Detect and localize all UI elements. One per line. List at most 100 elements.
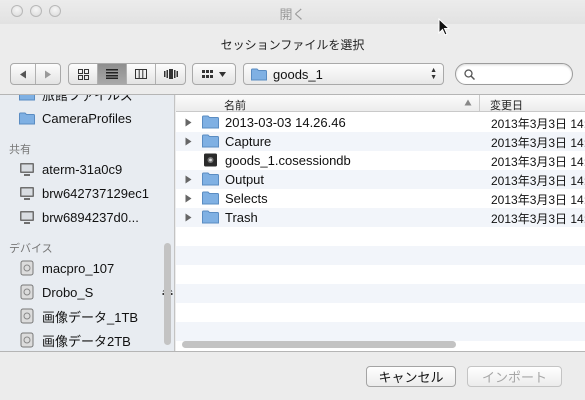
- sidebar-item-macpro[interactable]: macpro_107: [18, 258, 114, 278]
- import-button[interactable]: インポート: [467, 366, 562, 387]
- popup-arrows-icon: ▲ ▼: [430, 67, 437, 81]
- empty-row: [176, 265, 585, 284]
- empty-row: [176, 227, 585, 246]
- window-title: 開く: [279, 7, 306, 22]
- folder-icon: [202, 134, 219, 148]
- location-popup[interactable]: goods_1 ▲ ▼: [243, 63, 444, 85]
- dialog-prompt: セッションファイルを選択: [220, 38, 365, 52]
- horizontal-scrollbar[interactable]: [182, 341, 456, 348]
- arrange-grid-icon: [202, 69, 213, 78]
- file-date: 2013年3月3日 14:: [491, 193, 585, 207]
- disclosure-triangle-icon[interactable]: [185, 118, 192, 127]
- computer-icon: [18, 185, 35, 201]
- sidebar-item-aterm[interactable]: aterm-31a0c9: [18, 159, 122, 179]
- session-document-icon: [204, 153, 217, 167]
- sidebar: 旅館ファイルズ CameraProfiles 共有 aterm-31a0c9 b…: [0, 95, 175, 351]
- chevron-down-icon: [219, 71, 226, 77]
- mouse-pointer-icon: [438, 18, 450, 36]
- computer-icon: [18, 161, 35, 177]
- file-row[interactable]: goods_1.cosessiondb 2013年3月3日 14:: [176, 151, 585, 170]
- sidebar-item-label: 画像データ_1TB: [42, 309, 139, 325]
- file-name: 2013-03-03 14.26.46: [225, 115, 346, 130]
- search-icon: [464, 68, 475, 80]
- hard-drive-icon: [18, 332, 35, 348]
- file-name: Trash: [225, 210, 258, 225]
- back-arrow-icon: [19, 70, 26, 78]
- sidebar-item-brw6894237d0[interactable]: brw6894237d0...: [18, 207, 139, 227]
- sidebar-scrollbar[interactable]: [164, 243, 171, 345]
- empty-row: [176, 303, 585, 322]
- forward-arrow-icon: [44, 70, 51, 78]
- file-date: 2013年3月3日 14:: [491, 155, 585, 169]
- column-view-button[interactable]: [127, 64, 156, 84]
- forward-button[interactable]: [36, 64, 60, 84]
- folder-icon: [202, 210, 219, 224]
- icon-view-button[interactable]: [69, 64, 98, 84]
- file-row[interactable]: Output 2013年3月3日 14:: [176, 170, 585, 189]
- hard-drive-icon: [18, 284, 35, 300]
- file-row[interactable]: 2013-03-03 14.26.46 2013年3月3日 14:: [176, 113, 585, 132]
- sidebar-item-label: aterm-31a0c9: [42, 161, 123, 177]
- file-name: Selects: [225, 191, 268, 206]
- file-name: Capture: [225, 134, 272, 149]
- sidebar-item-label: brw6894237d0...: [42, 209, 139, 225]
- coverflow-view-button[interactable]: [156, 64, 185, 84]
- hard-drive-icon: [18, 260, 35, 276]
- sidebar-item-label: brw642737129ec1: [42, 185, 149, 201]
- icon-view-icon: [77, 68, 89, 80]
- list-view-icon: [106, 69, 118, 79]
- empty-row: [176, 246, 585, 265]
- empty-row: [176, 322, 585, 341]
- sidebar-item-image-data-2tb[interactable]: 画像データ2TB: [18, 330, 131, 350]
- folder-icon: [251, 68, 267, 80]
- sidebar-item-drobo[interactable]: Drobo_S: [18, 282, 173, 302]
- sidebar-item-label: macpro_107: [42, 260, 115, 276]
- sidebar-item-image-data-1tb[interactable]: 画像データ_1TB: [18, 306, 138, 326]
- search-field[interactable]: [455, 63, 573, 85]
- back-button[interactable]: [11, 64, 36, 84]
- file-date: 2013年3月3日 14:: [491, 212, 585, 226]
- file-row[interactable]: Capture 2013年3月3日 14:: [176, 132, 585, 151]
- folder-icon: [18, 110, 35, 126]
- folder-icon: [202, 172, 219, 186]
- disclosure-triangle-icon[interactable]: [185, 213, 192, 222]
- folder-icon: [202, 191, 219, 205]
- column-header-bar: 名前 変更日: [176, 95, 585, 112]
- sidebar-item-label: Drobo_S: [42, 284, 94, 300]
- sidebar-item-label: 旅館ファイルズ: [42, 95, 134, 103]
- location-label: goods_1: [273, 66, 323, 82]
- file-row[interactable]: Trash 2013年3月3日 14:: [176, 208, 585, 227]
- file-list: 名前 変更日 2013-03-03 14.26.46 2013年3月3日 14:…: [176, 95, 585, 351]
- folder-icon: [18, 95, 35, 102]
- disclosure-triangle-icon[interactable]: [185, 175, 192, 184]
- file-date: 2013年3月3日 14:: [491, 136, 585, 150]
- title-bar: 開く: [0, 0, 585, 24]
- coverflow-view-icon: [163, 69, 178, 79]
- file-row[interactable]: Selects 2013年3月3日 14:: [176, 189, 585, 208]
- folder-icon: [202, 115, 219, 129]
- empty-row: [176, 284, 585, 303]
- sidebar-item-label: CameraProfiles: [42, 110, 132, 126]
- column-view-icon: [135, 69, 147, 79]
- column-header-name[interactable]: 名前: [224, 97, 246, 113]
- file-date: 2013年3月3日 14:: [491, 117, 585, 131]
- search-input[interactable]: [479, 67, 565, 81]
- sidebar-section-shared: 共有: [9, 144, 31, 156]
- sidebar-item-partial[interactable]: 旅館ファイルズ: [18, 95, 133, 104]
- sidebar-item-label: 画像データ2TB: [42, 333, 131, 349]
- sidebar-item-cameraprofiles[interactable]: CameraProfiles: [18, 108, 132, 128]
- view-mode-selector: [68, 63, 186, 85]
- sidebar-item-brw642737129ec1[interactable]: brw642737129ec1: [18, 183, 149, 203]
- list-view-button[interactable]: [98, 64, 127, 84]
- hard-drive-icon: [18, 308, 35, 324]
- computer-icon: [18, 209, 35, 225]
- file-name: Output: [225, 172, 265, 187]
- column-divider[interactable]: [479, 95, 480, 112]
- cancel-button[interactable]: キャンセル: [366, 366, 456, 387]
- disclosure-triangle-icon[interactable]: [185, 194, 192, 203]
- file-date: 2013年3月3日 14:: [491, 174, 585, 188]
- arrange-menu-button[interactable]: [192, 63, 236, 85]
- disclosure-triangle-icon[interactable]: [185, 137, 192, 146]
- sidebar-section-devices: デバイス: [9, 243, 53, 255]
- column-header-modified[interactable]: 変更日: [490, 97, 523, 113]
